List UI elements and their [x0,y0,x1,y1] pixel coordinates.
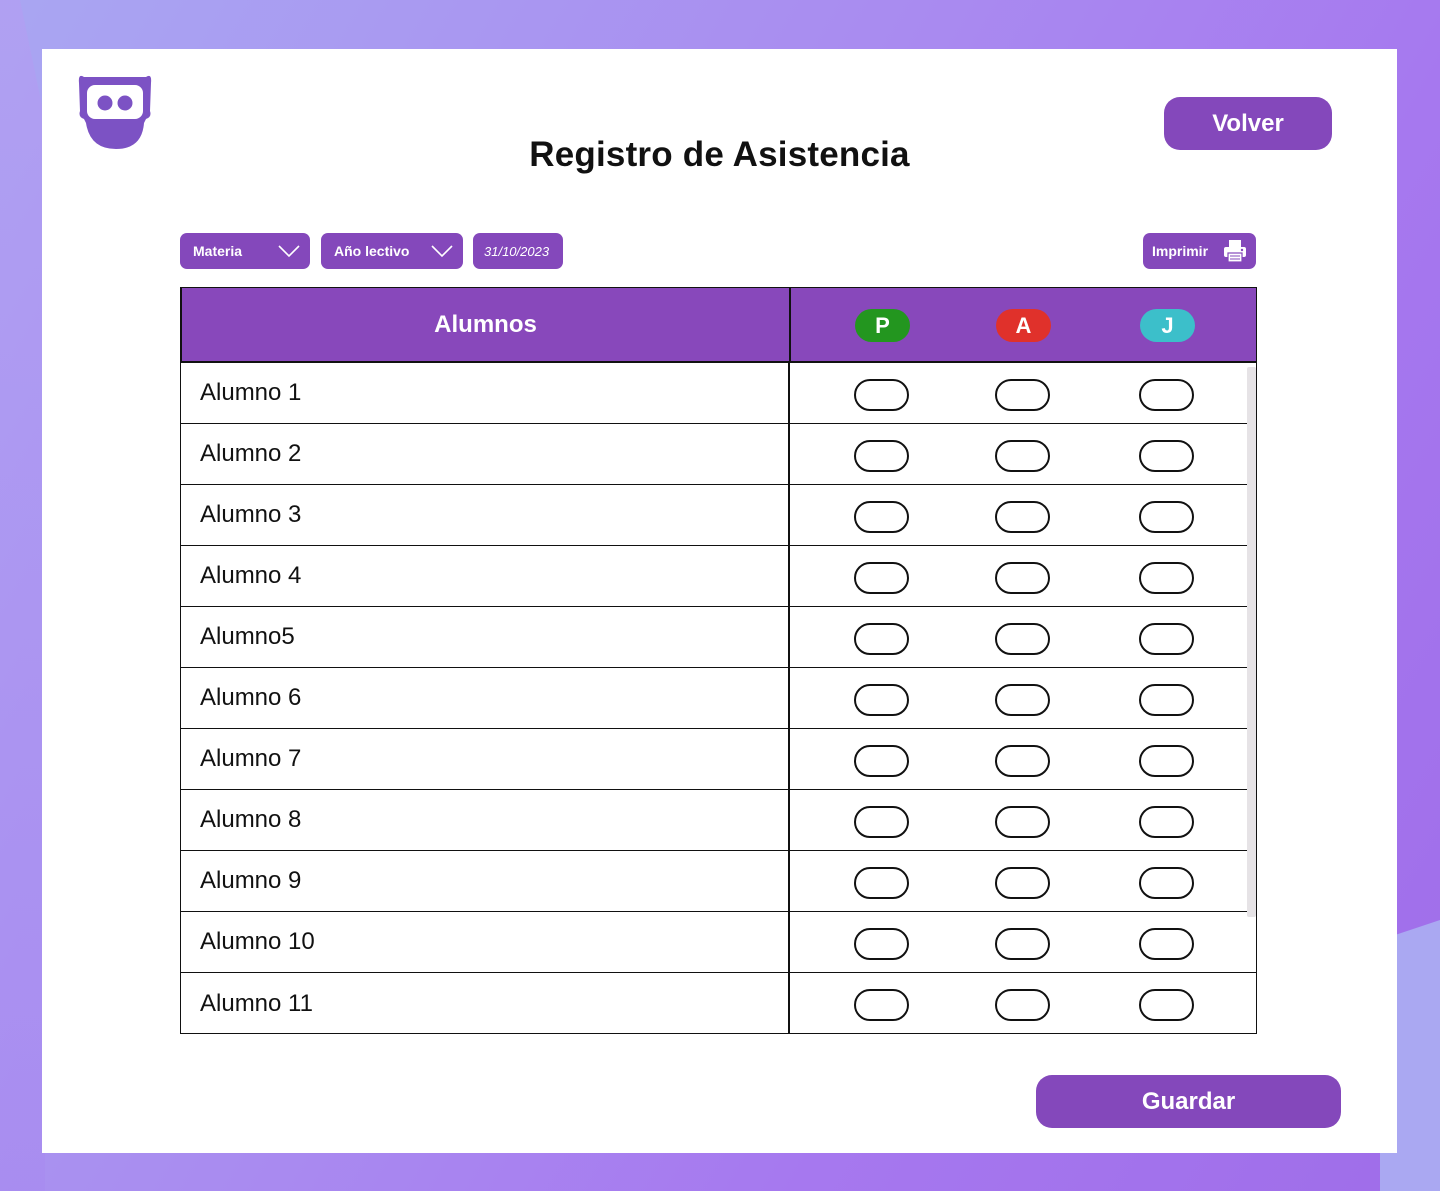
main-card: Registro de Asistencia Volver Materia Añ… [42,49,1397,1153]
student-name: Alumno 2 [181,424,790,484]
table-header: Alumnos P A J [181,287,1256,363]
student-name: Alumno 1 [181,363,790,423]
attendance-toggle-ausente[interactable] [995,440,1050,472]
anio-lectivo-label: Año lectivo [334,243,410,259]
table-row: Alumno 8 [181,790,1256,851]
attendance-table: Alumnos P A J Alumno 1 Alumno 2 Alumno 3 Al… [180,287,1257,1034]
student-name: Alumno 7 [181,729,790,789]
materia-label: Materia [193,243,243,259]
table-row: Alumno 10 [181,912,1256,973]
attendance-toggle-ausente[interactable] [995,623,1050,655]
column-badge-justificado: J [1140,309,1195,342]
attendance-toggle-ausente[interactable] [995,562,1050,594]
attendance-toggle-presente[interactable] [854,684,909,716]
save-button[interactable]: Guardar [1036,1075,1341,1128]
attendance-toggle-ausente[interactable] [995,928,1050,960]
attendance-toggle-presente[interactable] [854,867,909,899]
table-row: Alumno 3 [181,485,1256,546]
student-name: Alumno 11 [181,973,790,1033]
printer-icon [1224,240,1246,263]
attendance-toggle-ausente[interactable] [995,501,1050,533]
print-button[interactable]: Imprimir [1143,233,1256,269]
attendance-toggle-presente[interactable] [854,501,909,533]
attendance-toggle-presente[interactable] [854,623,909,655]
table-row: Alumno 2 [181,424,1256,485]
attendance-toggle-justificado[interactable] [1139,867,1194,899]
table-row: Alumno5 [181,607,1256,668]
column-badge-ausente: A [996,309,1051,342]
attendance-toggle-justificado[interactable] [1139,440,1194,472]
attendance-toggle-presente[interactable] [854,379,909,411]
table-row: Alumno 11 [181,973,1256,1033]
column-header-alumnos: Alumnos [182,288,791,361]
column-badge-presente: P [855,309,910,342]
student-name: Alumno 4 [181,546,790,606]
attendance-toggle-ausente[interactable] [995,745,1050,777]
attendance-toggle-ausente[interactable] [995,806,1050,838]
student-name: Alumno5 [181,607,790,667]
attendance-toggle-justificado[interactable] [1139,745,1194,777]
chevron-down-icon [431,245,453,258]
attendance-toggle-justificado[interactable] [1139,623,1194,655]
student-name: Alumno 3 [181,485,790,545]
attendance-toggle-ausente[interactable] [995,379,1050,411]
attendance-toggle-presente[interactable] [854,745,909,777]
print-label: Imprimir [1152,243,1209,259]
attendance-toggle-presente[interactable] [854,989,909,1021]
chevron-down-icon [278,245,300,258]
attendance-toggle-ausente[interactable] [995,867,1050,899]
attendance-toggle-presente[interactable] [854,928,909,960]
attendance-toggle-presente[interactable] [854,806,909,838]
attendance-toggle-presente[interactable] [854,440,909,472]
attendance-toggle-ausente[interactable] [995,684,1050,716]
scrollbar[interactable] [1247,367,1256,917]
attendance-toggle-presente[interactable] [854,562,909,594]
anio-lectivo-dropdown[interactable]: Año lectivo [321,233,463,269]
student-name: Alumno 8 [181,790,790,850]
date-value: 31/10/2023 [484,243,550,259]
attendance-toggle-justificado[interactable] [1139,684,1194,716]
materia-dropdown[interactable]: Materia [180,233,310,269]
table-row: Alumno 7 [181,729,1256,790]
table-row: Alumno 9 [181,851,1256,912]
attendance-toggle-justificado[interactable] [1139,928,1194,960]
student-name: Alumno 6 [181,668,790,728]
back-button[interactable]: Volver [1164,97,1332,150]
student-name: Alumno 10 [181,912,790,972]
attendance-toggle-justificado[interactable] [1139,379,1194,411]
attendance-toggle-justificado[interactable] [1139,501,1194,533]
table-row: Alumno 4 [181,546,1256,607]
attendance-toggle-justificado[interactable] [1139,989,1194,1021]
student-name: Alumno 9 [181,851,790,911]
table-body: Alumno 1 Alumno 2 Alumno 3 Alumno 4 Alumno5 A… [181,363,1256,1033]
attendance-toggle-justificado[interactable] [1139,806,1194,838]
date-field[interactable]: 31/10/2023 [473,233,563,269]
table-row: Alumno 6 [181,668,1256,729]
attendance-toggle-justificado[interactable] [1139,562,1194,594]
table-row: Alumno 1 [181,363,1256,424]
attendance-toggle-ausente[interactable] [995,989,1050,1021]
